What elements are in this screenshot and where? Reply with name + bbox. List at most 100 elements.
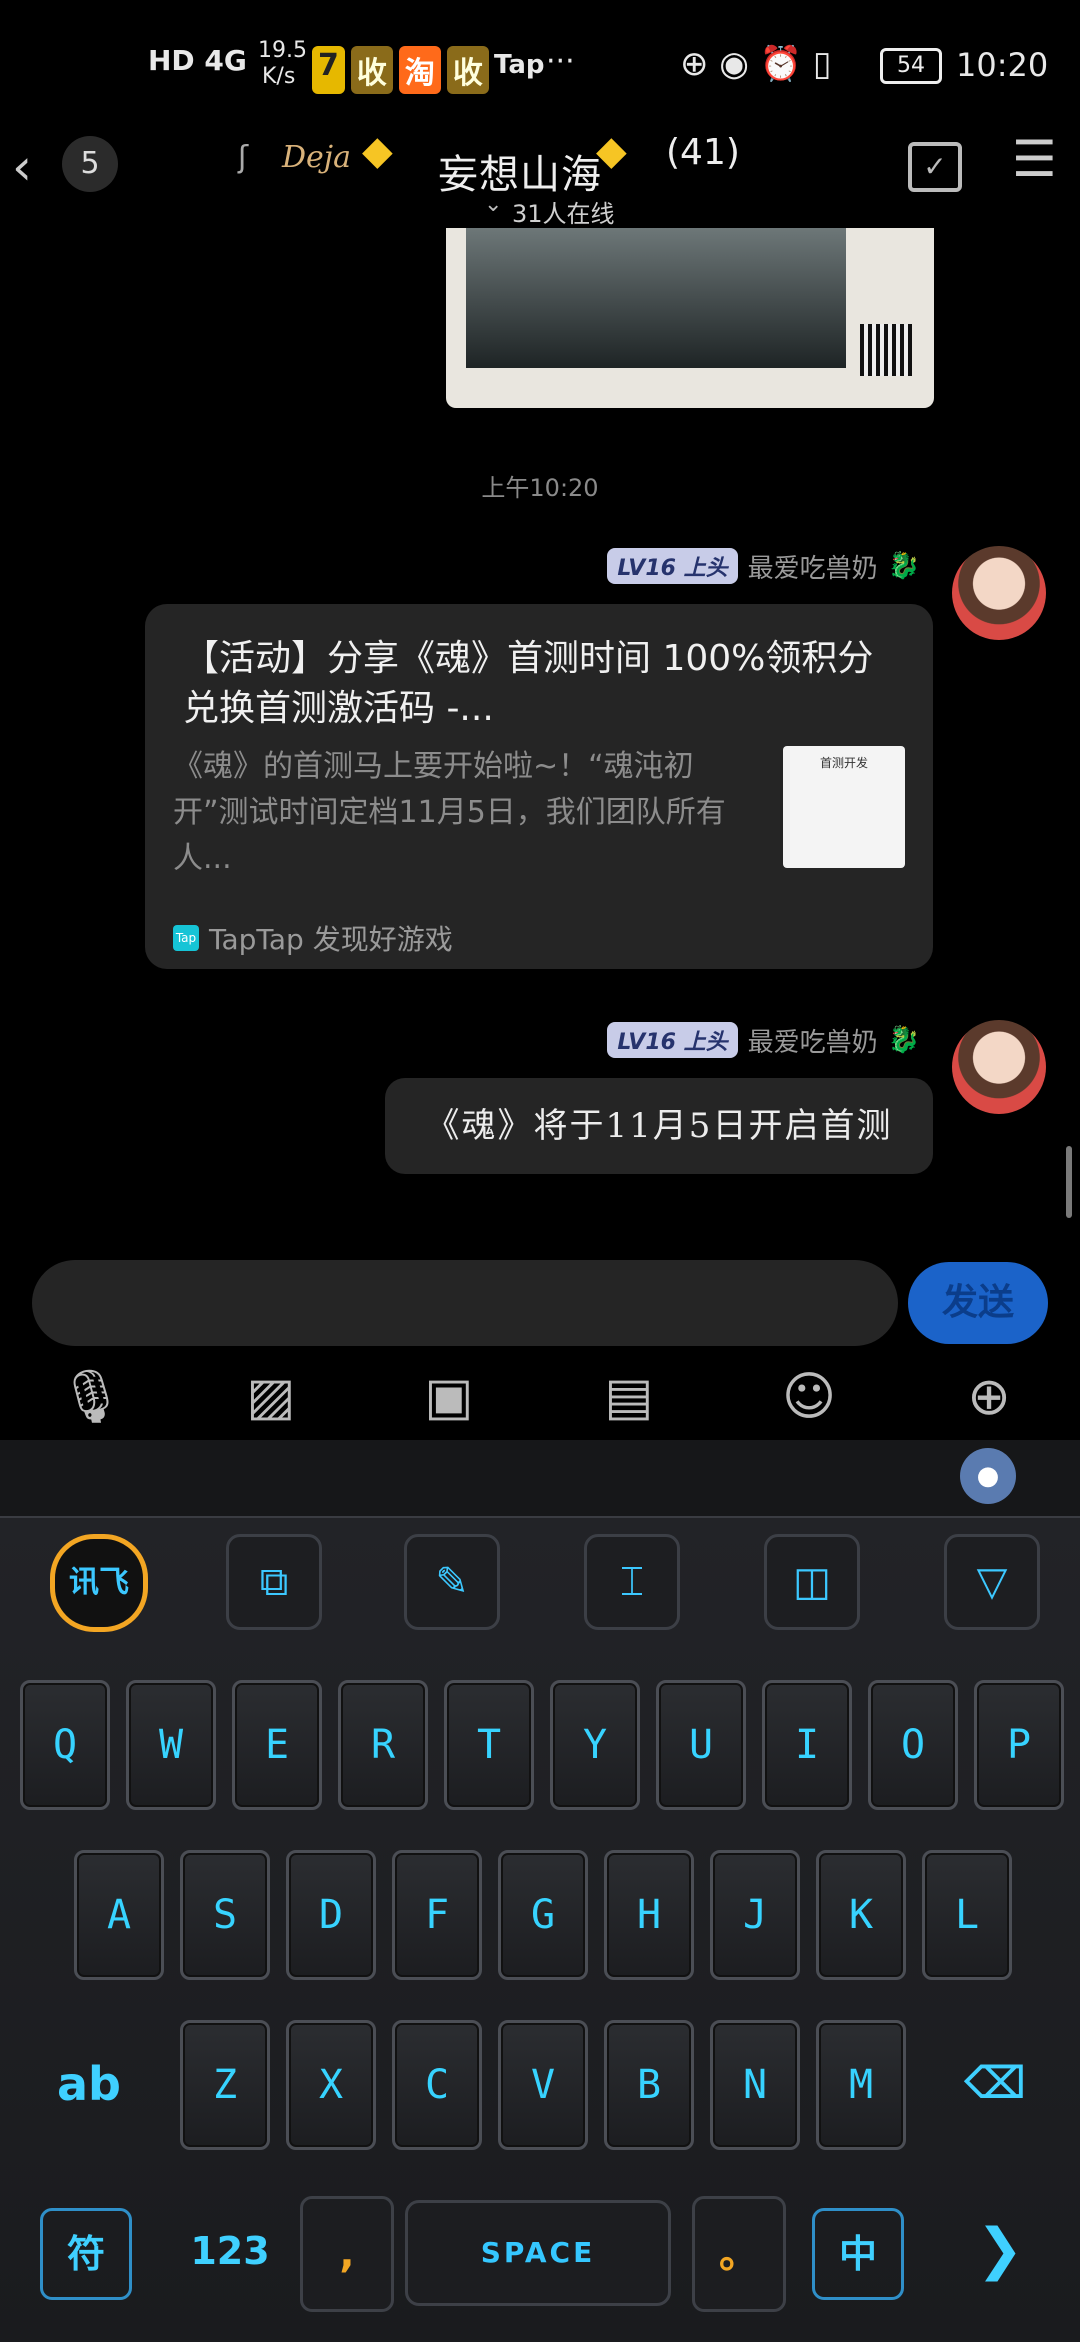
keyboard-logo[interactable]: 讯飞 [50, 1534, 148, 1632]
card-title: 【活动】分享《魂》首测时间 100%领积分兑换首测激活码 -... [183, 638, 874, 729]
net-speed-value: 19.5 [258, 38, 307, 63]
key-h[interactable]: H [604, 1850, 694, 1980]
message-input[interactable] [32, 1260, 898, 1346]
sender-info: LV16 上头 最爱吃兽奶 🐉 [607, 1022, 920, 1058]
key-c[interactable]: C [392, 2020, 482, 2150]
number-key[interactable]: 123 [180, 2208, 280, 2294]
handwriting-icon[interactable]: ✎ [404, 1534, 500, 1630]
app-badge: 淘 [398, 46, 441, 94]
deja-badge: Deja [282, 140, 351, 175]
key-b[interactable]: B [604, 2020, 694, 2150]
enter-icon[interactable]: ❯ [950, 2200, 1050, 2300]
key-v[interactable]: V [498, 2020, 588, 2150]
cursor-edit-icon[interactable]: ⌶ [584, 1534, 680, 1630]
symbol-key[interactable]: 符 [40, 2208, 132, 2300]
network-indicator: HD 4G [148, 44, 247, 77]
taptap-icon: Tap [173, 925, 199, 951]
key-o[interactable]: O [868, 1680, 958, 1810]
voice-assistant-icon[interactable]: ● [960, 1448, 1016, 1504]
mic-icon[interactable]: 🎙 [56, 1362, 126, 1432]
period-key[interactable]: 。 [692, 2196, 786, 2312]
skin-mask-icon[interactable]: ◫ [764, 1534, 860, 1630]
collapse-keyboard-icon[interactable]: ▽ [944, 1534, 1040, 1630]
image-message[interactable] [446, 228, 934, 408]
app-notification-icons: 7 收 淘 收 [312, 46, 489, 94]
app-badge: 收 [350, 46, 393, 94]
key-p[interactable]: P [974, 1680, 1064, 1810]
menu-icon[interactable]: ☰ [1012, 130, 1057, 188]
key-n[interactable]: N [710, 2020, 800, 2150]
avatar[interactable] [952, 546, 1046, 640]
sender-info: LV16 上头 最爱吃兽奶 🐉 [607, 548, 920, 584]
diamond-icon: ◆ [362, 128, 393, 174]
key-r[interactable]: R [338, 1680, 428, 1810]
text-message-bubble[interactable]: 《魂》将于11月5日开启首测 [385, 1078, 933, 1174]
status-icons: ⊕ ◉ ⏰ ▯ [680, 44, 832, 84]
qr-code [860, 324, 912, 376]
card-description: 《魂》的首测马上要开始啦~！“魂沌初开”测试时间定档11月5日，我们团队所有人.… [173, 749, 726, 876]
status-bar: HD 4G 19.5 K/s 7 收 淘 收 Tap ··· ⊕ ◉ ⏰ ▯ 5… [0, 0, 1080, 120]
backspace-icon[interactable]: ⌫ [940, 2034, 1050, 2134]
ear-icon: ʃ [238, 140, 249, 175]
clipboard-icon[interactable]: ⧉ [226, 1534, 322, 1630]
sender-nickname: 最爱吃兽奶 [747, 553, 878, 584]
message-timestamp: 上午10:20 [481, 474, 599, 502]
send-button[interactable]: 发送 [908, 1262, 1048, 1344]
more-indicator: ··· [546, 44, 575, 79]
unread-count-badge[interactable]: 5 [62, 136, 118, 192]
key-q[interactable]: Q [20, 1680, 110, 1810]
camera-icon[interactable]: ▣ [414, 1362, 484, 1432]
space-key[interactable]: SPACE [405, 2200, 671, 2306]
online-count: 31人在线 [512, 200, 615, 228]
key-m[interactable]: M [816, 2020, 906, 2150]
card-source: Tap TapTap 发现好游戏 [173, 918, 453, 958]
image-icon[interactable]: ▨ [236, 1362, 306, 1432]
key-l[interactable]: L [922, 1850, 1012, 1980]
language-key[interactable]: 中 [812, 2208, 904, 2300]
key-j[interactable]: J [710, 1850, 800, 1980]
key-g[interactable]: G [498, 1850, 588, 1980]
dragon-icon: 🐉 [887, 1025, 920, 1055]
chevron-down-icon[interactable]: ⌄ [484, 192, 502, 217]
plus-icon[interactable]: ⊕ [954, 1362, 1024, 1432]
member-count: (41) [666, 132, 740, 173]
battery-icon: 54 [880, 48, 942, 84]
key-t[interactable]: T [444, 1680, 534, 1810]
checkin-calendar-icon[interactable]: ✓ [908, 142, 962, 192]
emoji-icon[interactable]: ☺ [774, 1362, 844, 1432]
card-source-label: TapTap 发现好游戏 [209, 923, 453, 956]
game-screenshot [466, 228, 846, 368]
share-card[interactable]: 【活动】分享《魂》首测时间 100%领积分兑换首测激活码 -... 《魂》的首测… [145, 604, 933, 969]
key-e[interactable]: E [232, 1680, 322, 1810]
key-w[interactable]: W [126, 1680, 216, 1810]
app-badge: 收 [446, 46, 489, 94]
group-title: 妄想山海 [438, 152, 602, 198]
scrollbar[interactable] [1066, 1146, 1072, 1218]
back-icon[interactable]: ‹ [12, 138, 32, 196]
key-f[interactable]: F [392, 1850, 482, 1980]
key-a[interactable]: A [74, 1850, 164, 1980]
level-badge: LV16 上头 [607, 548, 738, 584]
key-z[interactable]: Z [180, 2020, 270, 2150]
dragon-icon: 🐉 [887, 551, 920, 581]
card-thumbnail: 首测开发 [783, 746, 905, 868]
sender-nickname: 最爱吃兽奶 [747, 1027, 878, 1058]
app-badge: 7 [312, 46, 345, 94]
key-d[interactable]: D [286, 1850, 376, 1980]
net-speed-unit: K/s [262, 64, 296, 89]
tap-label: Tap [494, 50, 545, 80]
diamond-icon: ◆ [596, 128, 627, 174]
key-s[interactable]: S [180, 1850, 270, 1980]
case-toggle-key[interactable]: ab [24, 2034, 154, 2134]
clock: 10:20 [956, 46, 1049, 84]
comma-key[interactable]: , [300, 2196, 394, 2312]
key-x[interactable]: X [286, 2020, 376, 2150]
key-i[interactable]: I [762, 1680, 852, 1810]
thumb-caption: 首测开发 [819, 756, 868, 770]
file-icon[interactable]: ▤ [594, 1362, 664, 1432]
key-k[interactable]: K [816, 1850, 906, 1980]
avatar[interactable] [952, 1020, 1046, 1114]
key-u[interactable]: U [656, 1680, 746, 1810]
key-y[interactable]: Y [550, 1680, 640, 1810]
level-badge: LV16 上头 [607, 1022, 738, 1058]
